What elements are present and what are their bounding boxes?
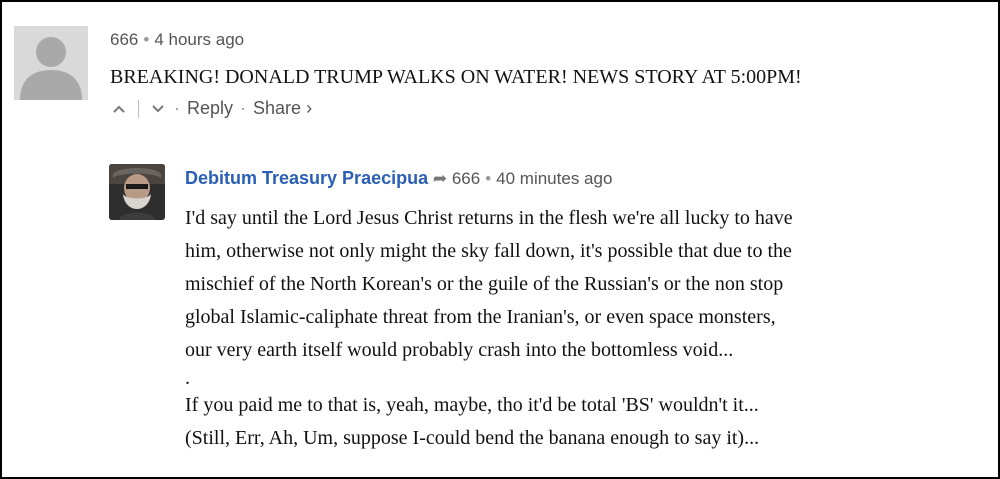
comment-thread: 666 • 4 hours ago BREAKING! DONALD TRUMP W… — [0, 0, 1000, 479]
user-avatar[interactable] — [109, 164, 165, 220]
comment-1-username[interactable]: 666 — [110, 30, 138, 49]
reply-to-username[interactable]: 666 — [452, 169, 480, 188]
comment-line: our very earth itself would probably cra… — [185, 339, 734, 361]
chevron-up-icon[interactable] — [110, 101, 128, 117]
comment-line: (Still, Err, Ah, Um, suppose I-could ben… — [185, 427, 760, 449]
comment-line: . — [185, 367, 190, 389]
comment-2-meta: Debitum Treasury Praecipua ➦ 666 • 40 minu… — [185, 168, 612, 189]
comment-2-body: I'd say until the Lord Jesus Christ retu… — [185, 202, 793, 455]
comment-1-timestamp[interactable]: 4 hours ago — [154, 30, 244, 49]
comment-line: global Islamic-caliphate threat from the… — [185, 306, 776, 328]
comment-line: him, otherwise not only might the sky fa… — [185, 240, 792, 262]
reply-button[interactable]: Reply — [187, 98, 233, 119]
default-avatar[interactable] — [14, 26, 88, 100]
comment-line: If you paid me to that is, yeah, maybe, … — [185, 394, 759, 416]
comment-line: I'd say until the Lord Jesus Christ retu… — [185, 207, 793, 229]
action-separator: · — [174, 98, 180, 118]
meta-separator: • — [485, 169, 492, 188]
comment-2-timestamp[interactable]: 40 minutes ago — [496, 169, 612, 188]
reply-arrow-icon: ➦ — [432, 169, 448, 188]
comment-1-body: BREAKING! DONALD TRUMP WALKS ON WATER! N… — [110, 66, 802, 88]
comment-1-meta: 666 • 4 hours ago — [110, 30, 244, 50]
share-button[interactable]: Share › — [253, 98, 312, 119]
comment-1-actions: · Reply · Share › — [110, 98, 312, 119]
comment-line: mischief of the North Korean's or the gu… — [185, 273, 784, 295]
meta-separator: • — [143, 30, 150, 49]
comment-2-username[interactable]: Debitum Treasury Praecipua — [185, 168, 428, 188]
chevron-down-icon[interactable] — [149, 101, 167, 117]
action-separator: · — [240, 98, 247, 118]
vote-divider — [138, 99, 139, 118]
